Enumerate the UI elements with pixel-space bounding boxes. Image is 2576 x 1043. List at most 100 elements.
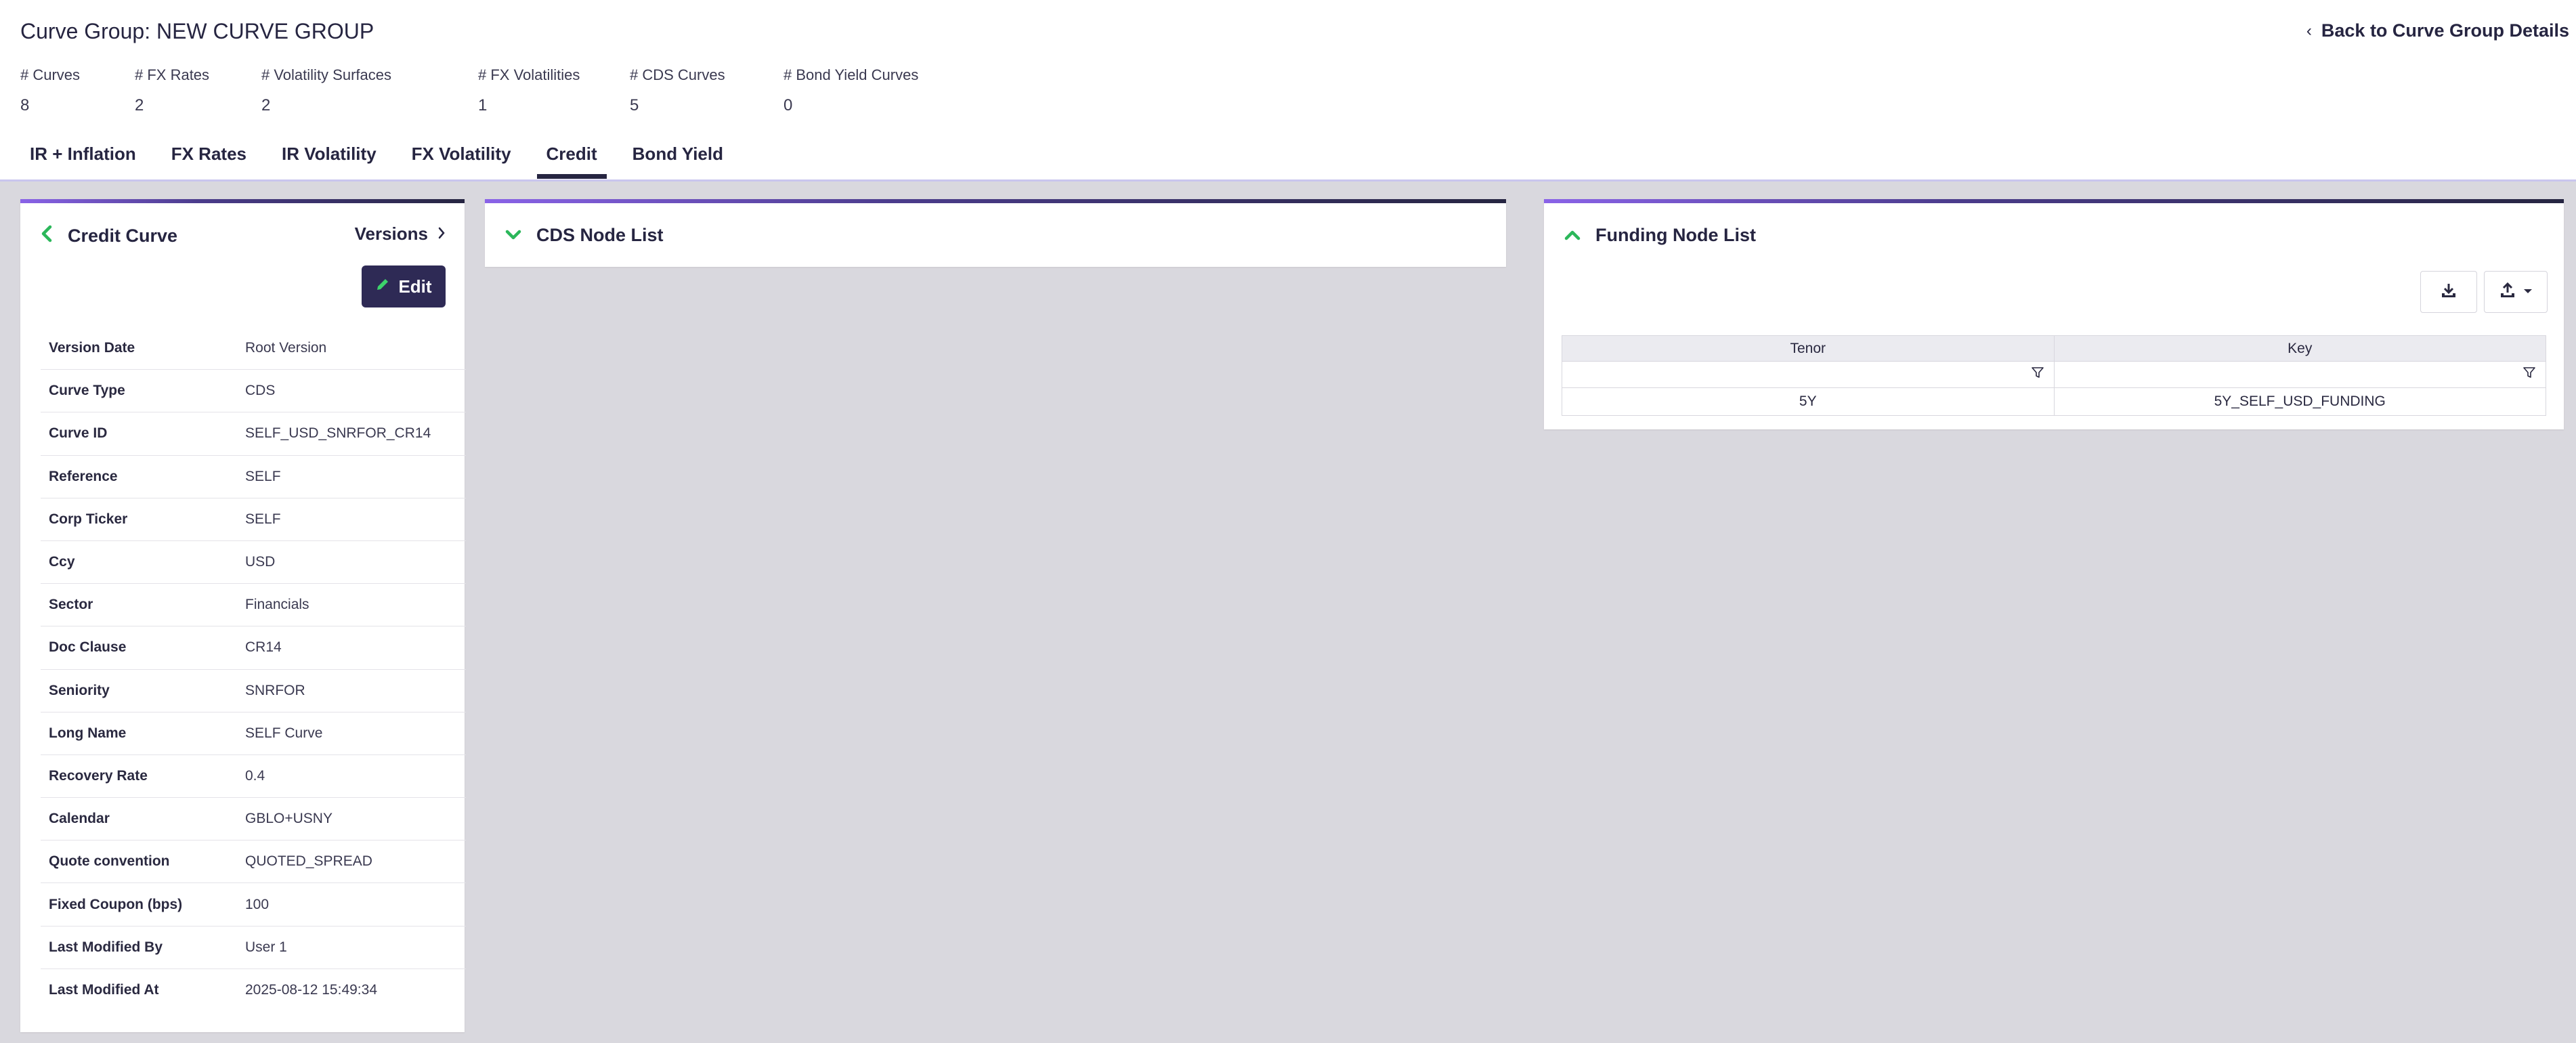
chevron-right-icon: [437, 224, 446, 244]
stat-curves: # Curves 8: [20, 66, 80, 115]
stat-value: 2: [135, 96, 144, 114]
tab-ir-inflation[interactable]: IR + Inflation: [20, 144, 146, 179]
detail-row: Fixed Coupon (bps) 100: [41, 883, 466, 927]
page-title: Curve Group: NEW CURVE GROUP: [20, 19, 374, 43]
detail-key: Long Name: [49, 725, 127, 741]
detail-key: Corp Ticker: [49, 511, 128, 527]
download-button[interactable]: [2420, 271, 2477, 313]
tab-fx-volatility[interactable]: FX Volatility: [402, 144, 521, 179]
stat-fx-rates: # FX Rates 2: [135, 66, 209, 115]
curve-type-tabs: IR + Inflation FX Rates IR Volatility FX…: [20, 144, 749, 179]
tab-bond-yield[interactable]: Bond Yield: [623, 144, 733, 179]
stat-label: # CDS Curves: [630, 66, 725, 83]
upload-menu-button[interactable]: [2484, 271, 2548, 313]
detail-value: Root Version: [245, 340, 327, 356]
detail-value: SNRFOR: [245, 682, 305, 698]
stat-label: # FX Rates: [135, 66, 210, 83]
funding-node-table: Tenor Key 5Y 5Y_SELF_USD_FUNDING: [1562, 335, 2546, 416]
chevron-up-icon: [1564, 225, 1581, 246]
detail-row: Doc Clause CR14: [41, 626, 466, 670]
table-row[interactable]: 5Y 5Y_SELF_USD_FUNDING: [1562, 387, 2546, 416]
detail-row: Version Date Root Version: [41, 327, 466, 370]
filter-icon[interactable]: [2031, 367, 2044, 383]
caret-down-icon: [2523, 286, 2533, 298]
stat-label: # Curves: [20, 66, 81, 83]
detail-row: Last Modified At 2025-08-12 15:49:34: [41, 969, 466, 1012]
stat-value: 2: [261, 96, 271, 114]
detail-key: Recovery Rate: [49, 767, 148, 784]
credit-curve-details: Version Date Root Version Curve Type CDS C…: [41, 327, 466, 1012]
detail-row: Corp Ticker SELF: [41, 498, 466, 541]
detail-value: SELF: [245, 468, 281, 484]
column-header-key[interactable]: Key: [2053, 335, 2546, 362]
detail-key: Sector: [49, 597, 93, 613]
tenor-filter-cell[interactable]: [1562, 361, 2055, 388]
upload-icon: [2499, 282, 2516, 303]
tab-ir-volatility[interactable]: IR Volatility: [272, 144, 386, 179]
detail-row: Sector Financials: [41, 584, 466, 627]
detail-value: User 1: [245, 939, 287, 955]
detail-row: Curve Type CDS: [41, 370, 466, 413]
stat-fx-volatilities: # FX Volatilities 1: [478, 66, 580, 115]
edit-button[interactable]: Edit: [362, 265, 446, 307]
edit-button-label: Edit: [398, 276, 432, 297]
funding-node-list-title: Funding Node List: [1595, 225, 1756, 245]
key-cell: 5Y_SELF_USD_FUNDING: [2053, 387, 2546, 416]
detail-row: Recovery Rate 0.4: [41, 755, 466, 799]
filter-icon[interactable]: [2523, 367, 2536, 383]
column-header-tenor[interactable]: Tenor: [1562, 335, 2055, 362]
detail-key: Last Modified At: [49, 982, 159, 998]
filter-row: [1562, 361, 2546, 388]
detail-value: 100: [245, 896, 270, 912]
back-to-curve-group-details-link[interactable]: ‹ Back to Curve Group Details: [2306, 20, 2569, 41]
detail-key: Reference: [49, 468, 118, 484]
chevron-left-icon: [41, 225, 53, 247]
stat-value: 0: [783, 96, 793, 114]
stat-value: 1: [478, 96, 488, 114]
detail-row: Last Modified By User 1: [41, 927, 466, 969]
detail-row: Long Name SELF Curve: [41, 712, 466, 755]
detail-value: 2025-08-12 15:49:34: [245, 982, 377, 998]
detail-value: SELF: [245, 511, 281, 527]
detail-key: Calendar: [49, 811, 110, 827]
chevron-down-icon: [505, 225, 521, 246]
detail-key: Ccy: [49, 554, 75, 570]
cds-node-list-panel: CDS Node List: [485, 199, 1506, 267]
detail-key: Fixed Coupon (bps): [49, 896, 183, 912]
detail-row: Reference SELF: [41, 456, 466, 498]
versions-label: Versions: [354, 224, 428, 244]
credit-curve-header[interactable]: Credit Curve: [41, 225, 177, 247]
versions-link[interactable]: Versions: [355, 224, 446, 244]
funding-node-list-header[interactable]: Funding Node List: [1564, 225, 1756, 246]
detail-row: Quote convention QUOTED_SPREAD: [41, 840, 466, 884]
detail-value: GBLO+USNY: [245, 811, 332, 827]
pencil-icon: [375, 277, 390, 297]
detail-key: Quote convention: [49, 853, 170, 870]
funding-node-list-panel: Funding Node List Tenor Key 5Y 5Y_SELF_U…: [1544, 199, 2564, 429]
tab-credit[interactable]: Credit: [536, 144, 607, 179]
detail-value: SELF Curve: [245, 725, 323, 741]
stat-label: # Volatility Surfaces: [261, 66, 391, 83]
stat-label: # FX Volatilities: [478, 66, 580, 83]
detail-value: SELF_USD_SNRFOR_CR14: [245, 425, 431, 442]
detail-value: CR14: [245, 639, 282, 656]
credit-curve-panel: Credit Curve Versions Edit Version Date R…: [20, 199, 466, 1032]
stat-volatility-surfaces: # Volatility Surfaces 2: [261, 66, 391, 115]
detail-row: Curve ID SELF_USD_SNRFOR_CR14: [41, 412, 466, 456]
detail-value: CDS: [245, 383, 276, 399]
detail-key: Doc Clause: [49, 639, 127, 656]
detail-row: Calendar GBLO+USNY: [41, 798, 466, 841]
chevron-left-icon: ‹: [2306, 21, 2312, 40]
stat-bond-yield-curves: # Bond Yield Curves 0: [783, 66, 918, 115]
detail-value: USD: [245, 554, 276, 570]
download-icon: [2440, 282, 2457, 303]
key-filter-cell[interactable]: [2053, 361, 2546, 388]
credit-curve-title: Credit Curve: [68, 226, 178, 246]
detail-row: Ccy USD: [41, 541, 466, 584]
cds-node-list-header[interactable]: CDS Node List: [505, 225, 664, 246]
detail-value: Financials: [245, 597, 309, 613]
cds-node-list-title: CDS Node List: [536, 225, 664, 245]
tab-fx-rates[interactable]: FX Rates: [162, 144, 256, 179]
detail-key: Seniority: [49, 682, 110, 698]
stat-cds-curves: # CDS Curves 5: [630, 66, 725, 115]
